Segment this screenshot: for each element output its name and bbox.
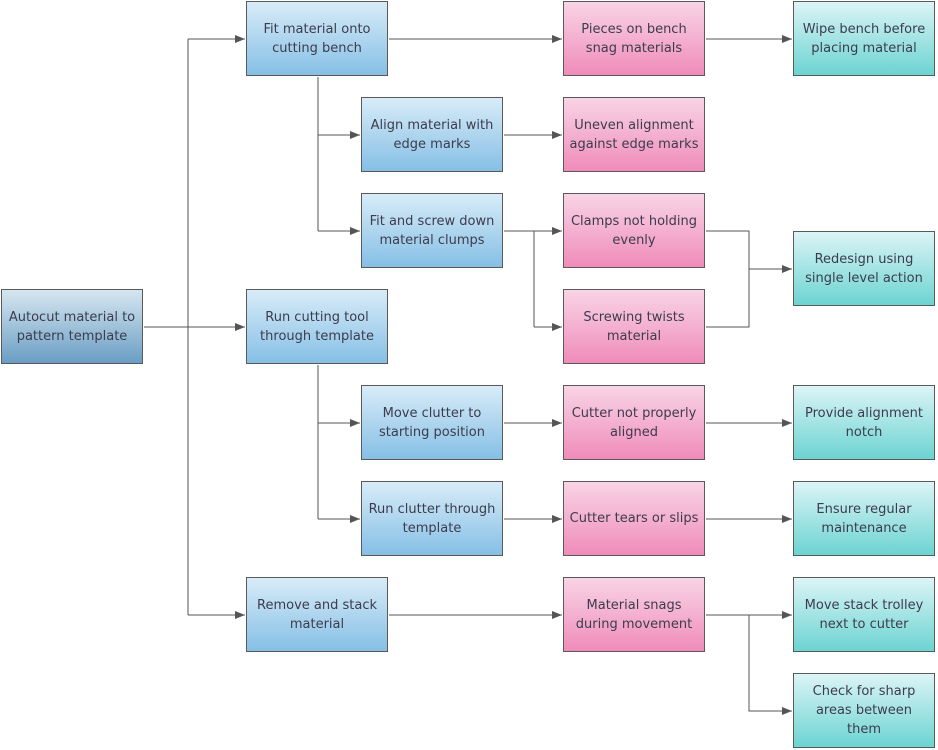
failure-cutter-not-aligned: Cutter not properly aligned [563,385,705,460]
solution-redesign: Redesign using single level action [793,231,935,306]
solution-maintenance: Ensure regular maintenance [793,481,935,556]
failure-material-snags: Material snags during movement [563,577,705,652]
solution-move-trolley: Move stack trolley next to cutter [793,577,935,652]
step-run-cutting: Run cutting tool through template [246,289,388,364]
substep-align-material: Align material with edge marks [361,97,503,172]
failure-clamps: Clamps not holding evenly [563,193,705,268]
root-node: Autocut material to pattern template [1,289,143,364]
connector [706,230,750,328]
failure-uneven-alignment: Uneven alignment against edge marks [563,97,705,172]
failure-cutter-tears: Cutter tears or slips [563,481,705,556]
step-remove-stack: Remove and stack material [246,577,388,652]
connector [748,615,792,715]
connector [144,39,189,615]
connector [504,230,535,327]
failure-pieces-snag: Pieces on bench snag materials [563,1,705,76]
substep-move-clutter: Move clutter to starting position [361,385,503,460]
solution-sharp-areas: Check for sharp areas between them [793,673,935,748]
substep-run-clutter: Run clutter through template [361,481,503,556]
solution-wipe-bench: Wipe bench before placing material [793,1,935,76]
substep-fit-screw: Fit and screw down material clumps [361,193,503,268]
failure-screwing-twists: Screwing twists material [563,289,705,364]
solution-alignment-notch: Provide alignment notch [793,385,935,460]
step-fit-material: Fit material onto cutting bench [246,1,388,76]
